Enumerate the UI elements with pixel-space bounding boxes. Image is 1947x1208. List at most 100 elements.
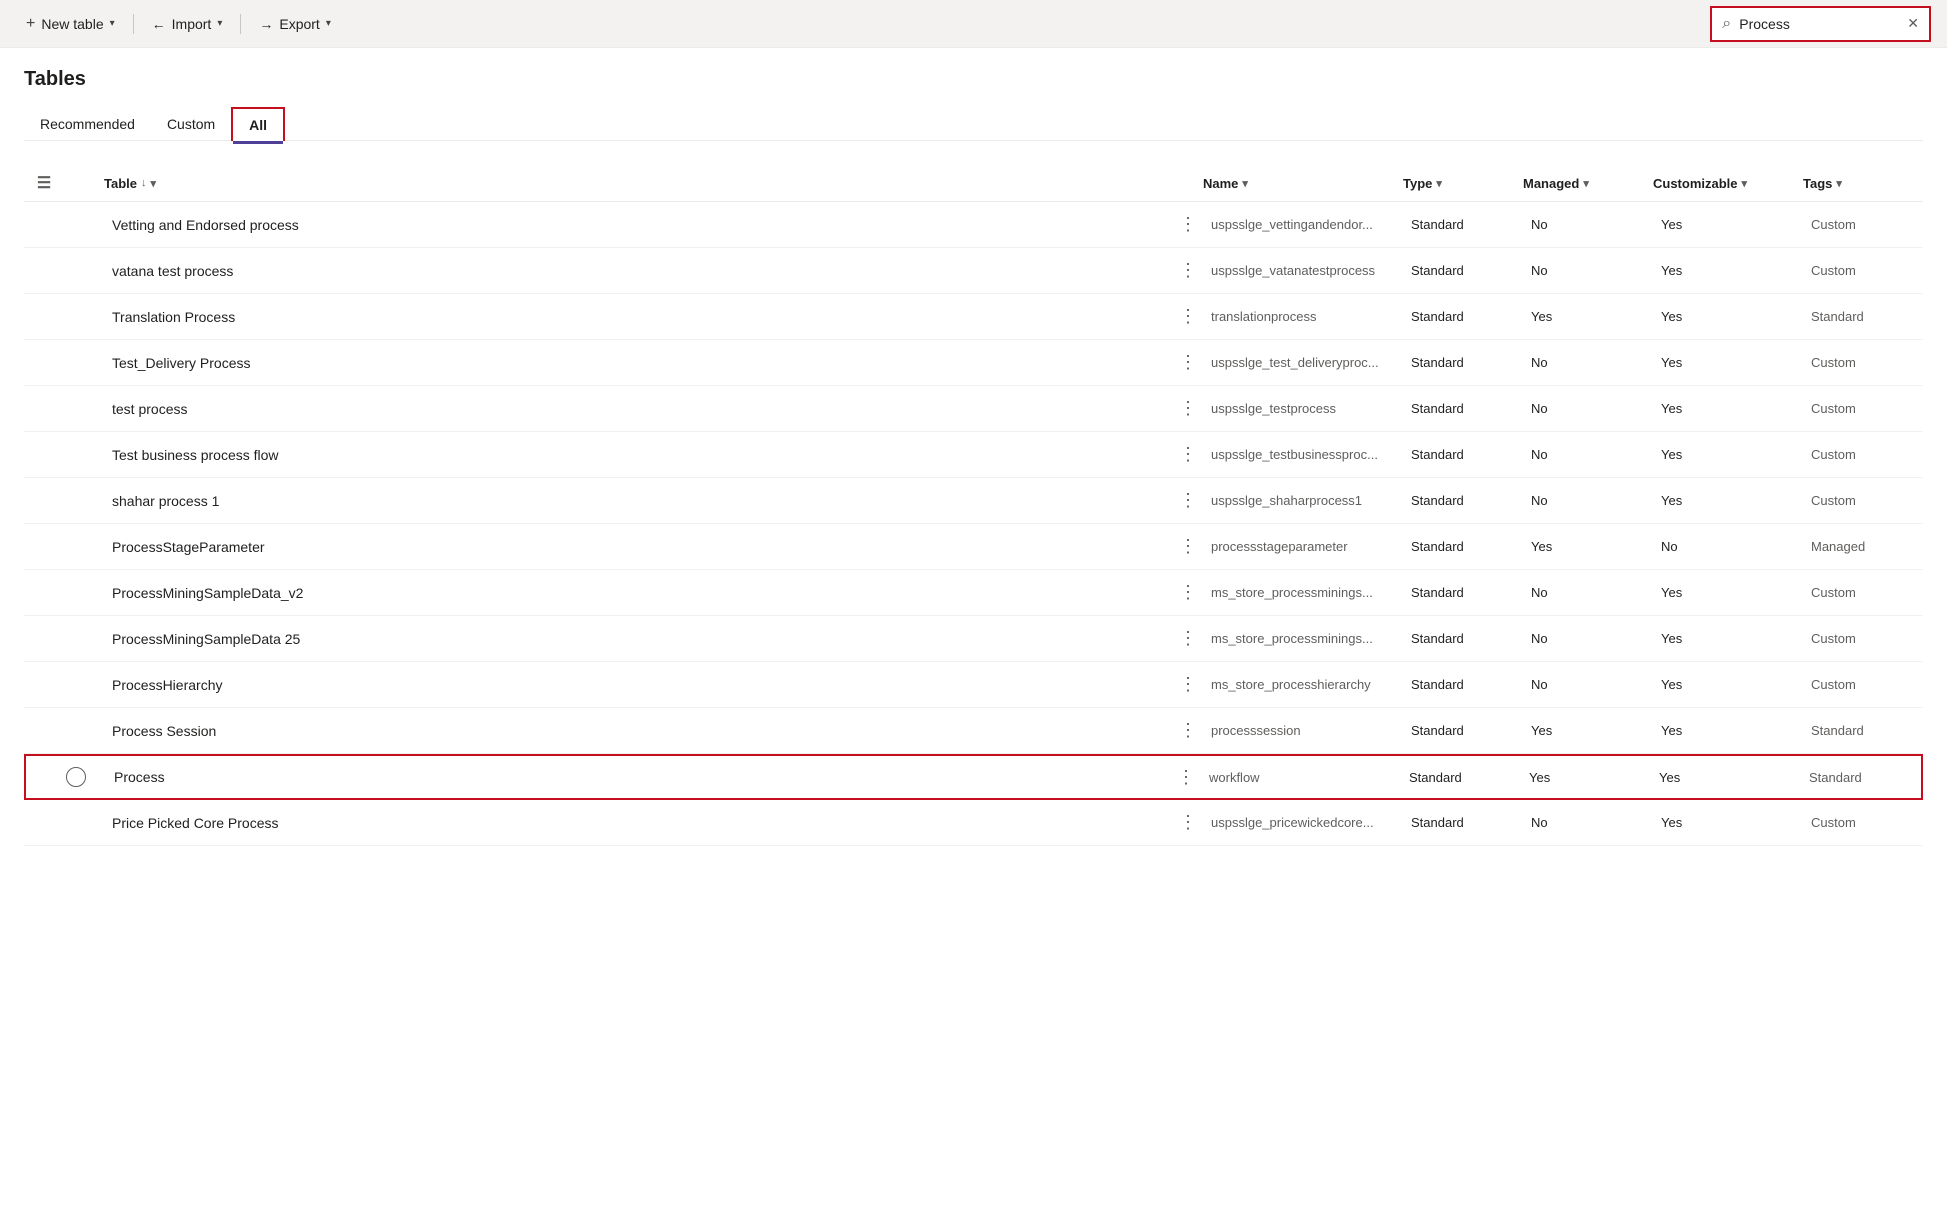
table-filter-icon[interactable]: ▾ bbox=[151, 177, 157, 190]
row-table-name[interactable]: ProcessStageParameter bbox=[104, 535, 1173, 559]
table-row[interactable]: Test_Delivery Process ⋮ uspsslge_test_de… bbox=[24, 340, 1923, 386]
tags-filter-icon[interactable]: ▾ bbox=[1836, 177, 1842, 190]
tab-custom[interactable]: Custom bbox=[151, 108, 231, 140]
export-button[interactable]: → Export ▾ bbox=[249, 10, 341, 38]
row-customizable: Yes bbox=[1653, 351, 1803, 374]
table-row[interactable]: Price Picked Core Process ⋮ uspsslge_pri… bbox=[24, 800, 1923, 846]
row-type: Standard bbox=[1403, 719, 1523, 742]
row-type: Standard bbox=[1401, 766, 1521, 789]
row-name: ms_store_processminings... bbox=[1203, 627, 1403, 650]
row-table-name[interactable]: Vetting and Endorsed process bbox=[104, 213, 1173, 237]
list-view-icon[interactable]: ☰ bbox=[37, 173, 51, 193]
row-context-menu[interactable]: ⋮ bbox=[1173, 674, 1203, 695]
row-context-menu[interactable]: ⋮ bbox=[1173, 720, 1203, 741]
row-tags: Standard bbox=[1801, 766, 1921, 789]
row-checkbox-empty bbox=[64, 491, 84, 511]
table-row[interactable]: Process Session ⋮ processsession Standar… bbox=[24, 708, 1923, 754]
row-table-name[interactable]: test process bbox=[104, 397, 1173, 421]
new-table-button[interactable]: + New table ▾ bbox=[16, 9, 125, 39]
header-managed-label: Managed bbox=[1523, 176, 1579, 191]
row-table-name[interactable]: Price Picked Core Process bbox=[104, 811, 1173, 835]
tab-recommended[interactable]: Recommended bbox=[24, 108, 151, 140]
table-row[interactable]: Process ⋮ workflow Standard Yes Yes Stan… bbox=[24, 754, 1923, 800]
row-table-name[interactable]: ProcessMiningSampleData_v2 bbox=[104, 581, 1173, 605]
row-name: processstageparameter bbox=[1203, 535, 1403, 558]
row-context-menu[interactable]: ⋮ bbox=[1173, 628, 1203, 649]
table-row[interactable]: Translation Process ⋮ translationprocess… bbox=[24, 294, 1923, 340]
table-row[interactable]: ProcessMiningSampleData_v2 ⋮ ms_store_pr… bbox=[24, 570, 1923, 616]
row-table-name[interactable]: shahar process 1 bbox=[104, 489, 1173, 513]
row-checkbox[interactable] bbox=[66, 767, 86, 787]
table-row[interactable]: ProcessMiningSampleData 25 ⋮ ms_store_pr… bbox=[24, 616, 1923, 662]
new-table-label: New table bbox=[41, 16, 103, 32]
search-box[interactable]: ⌕ ✕ bbox=[1710, 6, 1931, 42]
row-table-name[interactable]: Process Session bbox=[104, 719, 1173, 743]
row-context-menu[interactable]: ⋮ bbox=[1173, 812, 1203, 833]
row-table-name[interactable]: Test business process flow bbox=[104, 443, 1173, 467]
row-name: uspsslge_testprocess bbox=[1203, 397, 1403, 420]
header-managed-col[interactable]: Managed ▾ bbox=[1523, 176, 1653, 191]
table-row[interactable]: shahar process 1 ⋮ uspsslge_shaharproces… bbox=[24, 478, 1923, 524]
row-context-menu[interactable]: ⋮ bbox=[1173, 214, 1203, 235]
tab-all[interactable]: All bbox=[231, 107, 285, 141]
table-row[interactable]: Vetting and Endorsed process ⋮ uspsslge_… bbox=[24, 202, 1923, 248]
row-name: uspsslge_pricewickedcore... bbox=[1203, 811, 1403, 834]
row-checkbox-empty bbox=[64, 721, 84, 741]
search-input[interactable] bbox=[1739, 16, 1899, 32]
row-table-name[interactable]: ProcessHierarchy bbox=[104, 673, 1173, 697]
row-table-name[interactable]: Process bbox=[106, 765, 1171, 789]
row-context-menu[interactable]: ⋮ bbox=[1171, 767, 1201, 788]
header-customizable-col[interactable]: Customizable ▾ bbox=[1653, 176, 1803, 191]
row-context-menu[interactable]: ⋮ bbox=[1173, 260, 1203, 281]
row-name: workflow bbox=[1201, 766, 1401, 789]
row-type: Standard bbox=[1403, 213, 1523, 236]
row-context-menu[interactable]: ⋮ bbox=[1173, 490, 1203, 511]
row-table-name[interactable]: Translation Process bbox=[104, 305, 1173, 329]
header-name-col[interactable]: Name ▾ bbox=[1203, 176, 1403, 191]
row-context-menu[interactable]: ⋮ bbox=[1173, 536, 1203, 557]
customizable-filter-icon[interactable]: ▾ bbox=[1742, 177, 1748, 190]
header-table-label: Table bbox=[104, 176, 137, 191]
row-tags: Custom bbox=[1803, 351, 1923, 374]
row-context-menu[interactable]: ⋮ bbox=[1173, 582, 1203, 603]
table-row[interactable]: vatana test process ⋮ uspsslge_vatanates… bbox=[24, 248, 1923, 294]
tab-all-label: All bbox=[249, 117, 267, 133]
import-button[interactable]: ← Import ▾ bbox=[142, 10, 233, 38]
row-checkbox-empty bbox=[64, 813, 84, 833]
toolbar-divider-2 bbox=[240, 14, 241, 34]
row-customizable: Yes bbox=[1653, 489, 1803, 512]
row-name: uspsslge_vettingandendor... bbox=[1203, 213, 1403, 236]
row-type: Standard bbox=[1403, 351, 1523, 374]
row-table-name[interactable]: ProcessMiningSampleData 25 bbox=[104, 627, 1173, 651]
table-row[interactable]: Test business process flow ⋮ uspsslge_te… bbox=[24, 432, 1923, 478]
header-tags-col[interactable]: Tags ▾ bbox=[1803, 176, 1923, 191]
table-header: ☰ Table ↓ ▾ Name ▾ Type ▾ Managed ▾ bbox=[24, 165, 1923, 202]
header-table-col[interactable]: Table ↓ ▾ bbox=[104, 176, 1173, 191]
table-row[interactable]: test process ⋮ uspsslge_testprocess Stan… bbox=[24, 386, 1923, 432]
table-row[interactable]: ProcessHierarchy ⋮ ms_store_processhiera… bbox=[24, 662, 1923, 708]
row-checkbox-empty bbox=[64, 399, 84, 419]
row-name: ms_store_processminings... bbox=[1203, 581, 1403, 604]
row-managed: No bbox=[1523, 213, 1653, 236]
search-icon: ⌕ bbox=[1722, 15, 1731, 33]
row-context-menu[interactable]: ⋮ bbox=[1173, 398, 1203, 419]
export-label: Export bbox=[279, 16, 319, 32]
type-filter-icon[interactable]: ▾ bbox=[1436, 177, 1442, 190]
import-chevron-icon: ▾ bbox=[217, 18, 222, 29]
row-context-menu[interactable]: ⋮ bbox=[1173, 306, 1203, 327]
row-type: Standard bbox=[1403, 305, 1523, 328]
table-row[interactable]: ProcessStageParameter ⋮ processstagepara… bbox=[24, 524, 1923, 570]
row-context-menu[interactable]: ⋮ bbox=[1173, 444, 1203, 465]
row-checkbox-empty bbox=[64, 445, 84, 465]
row-table-name[interactable]: Test_Delivery Process bbox=[104, 351, 1173, 375]
row-context-menu[interactable]: ⋮ bbox=[1173, 352, 1203, 373]
row-tags: Custom bbox=[1803, 259, 1923, 282]
header-type-col[interactable]: Type ▾ bbox=[1403, 176, 1523, 191]
row-table-name[interactable]: vatana test process bbox=[104, 259, 1173, 283]
managed-filter-icon[interactable]: ▾ bbox=[1583, 177, 1589, 190]
header-list-icon: ☰ bbox=[24, 173, 64, 193]
name-filter-icon[interactable]: ▾ bbox=[1242, 177, 1248, 190]
new-table-chevron-icon: ▾ bbox=[110, 18, 115, 29]
row-type: Standard bbox=[1403, 673, 1523, 696]
search-clear-icon[interactable]: ✕ bbox=[1907, 15, 1919, 32]
